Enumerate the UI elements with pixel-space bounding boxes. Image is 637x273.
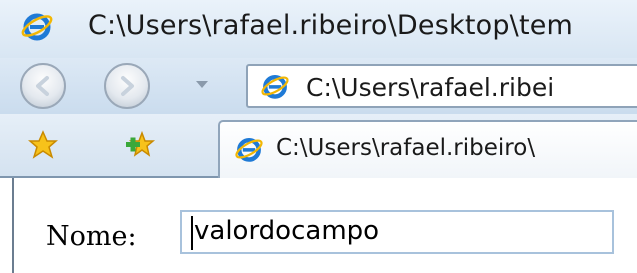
tab-active[interactable]: C:\Users\rafael.ribeiro\: [218, 120, 637, 178]
content-border: [12, 178, 14, 273]
window-title: C:\Users\rafael.ribeiro\Desktop\tem: [88, 10, 574, 41]
address-text[interactable]: C:\Users\rafael.ribei: [306, 73, 554, 102]
address-bar[interactable]: C:\Users\rafael.ribei: [246, 64, 637, 108]
internet-explorer-icon: [21, 13, 53, 41]
title-bar: C:\Users\rafael.ribeiro\Desktop\tem: [0, 0, 637, 58]
favorites-star-icon[interactable]: [28, 130, 58, 160]
page-content: Nome: valordocampo: [0, 178, 637, 273]
tab-title: C:\Users\rafael.ribeiro\: [276, 135, 536, 161]
forward-arrow-icon: [121, 76, 134, 96]
add-favorite-icon[interactable]: [125, 130, 157, 160]
tab-bar: C:\Users\rafael.ribeiro\: [0, 114, 637, 178]
back-button[interactable]: [20, 63, 66, 109]
recent-pages-dropdown[interactable]: [196, 81, 208, 88]
forward-button[interactable]: [104, 63, 150, 109]
internet-explorer-icon: [235, 137, 263, 162]
nome-label: Nome:: [46, 221, 137, 252]
navigation-bar: C:\Users\rafael.ribei: [0, 58, 637, 114]
nome-input[interactable]: valordocampo: [180, 210, 614, 254]
back-arrow-icon: [36, 76, 49, 96]
text-caret: [191, 216, 193, 250]
internet-explorer-icon: [261, 74, 289, 99]
